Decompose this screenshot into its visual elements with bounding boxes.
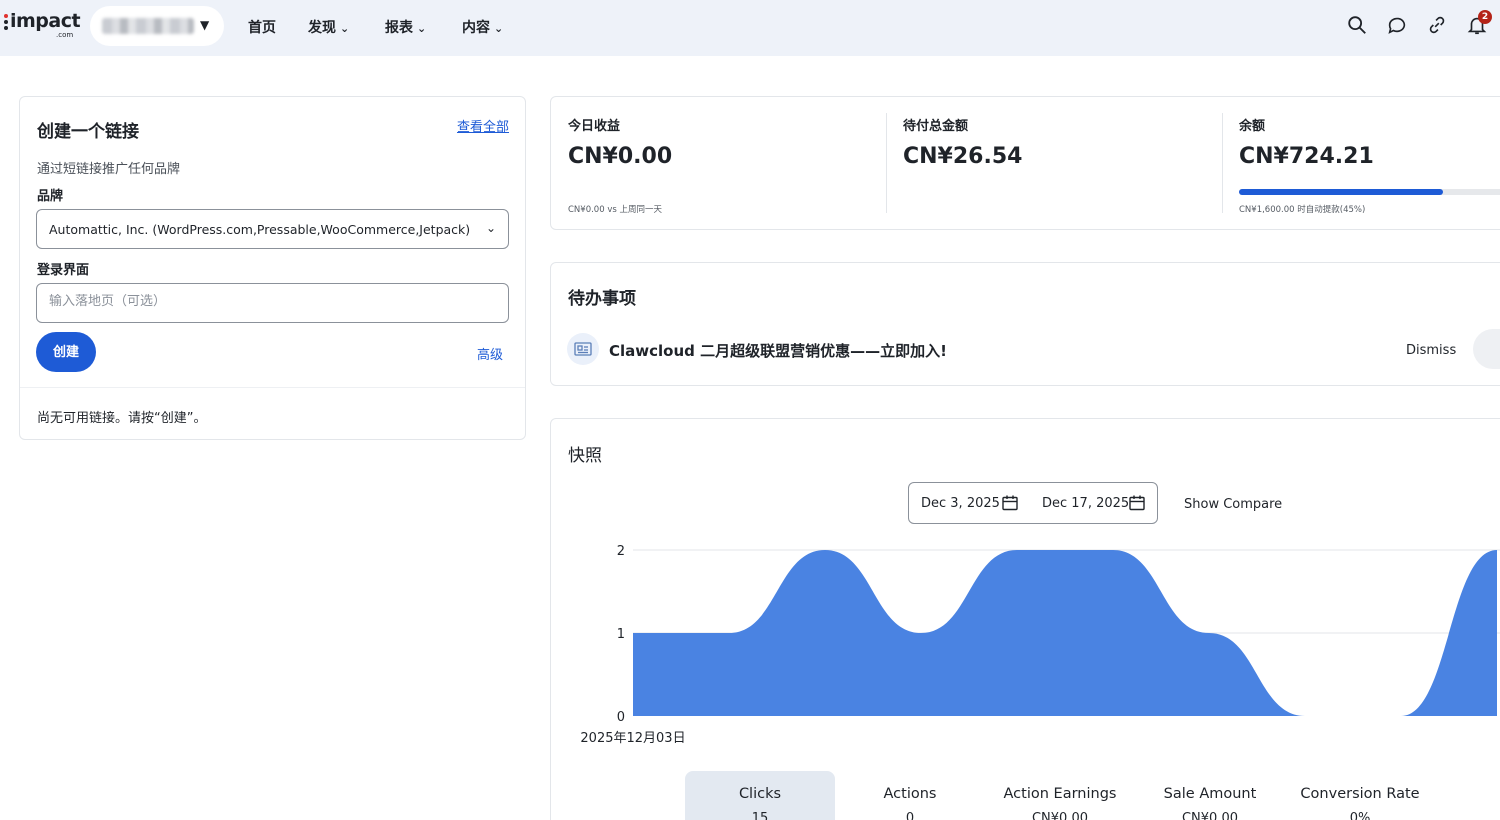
- today-earnings-value: CN¥0.00: [568, 144, 673, 169]
- metric-label: Conversion Rate: [1300, 786, 1420, 802]
- todo-action-button[interactable]: [1473, 329, 1500, 369]
- account-name-redacted: [102, 18, 194, 34]
- metric-value: 0: [905, 811, 915, 820]
- auto-withdraw-note: CN¥1,600.00 时自动提款(45%): [1239, 205, 1366, 215]
- metric-value: 0%: [1349, 811, 1371, 820]
- logo-text: impact: [10, 10, 81, 32]
- empty-links-message: 尚无可用链接。请按“创建”。: [37, 411, 207, 426]
- y-tick-label: 2: [617, 544, 625, 559]
- offer-icon: [567, 333, 599, 365]
- nav-home[interactable]: 首页: [248, 17, 276, 37]
- calendar-icon[interactable]: [1128, 494, 1146, 512]
- brand-select[interactable]: Automattic, Inc. (WordPress.com,Pressabl…: [36, 209, 509, 249]
- today-earnings-label: 今日收益: [568, 119, 621, 134]
- auto-withdraw-progress-bar: [1239, 189, 1500, 195]
- todo-item-text[interactable]: Clawcloud 二月超级联盟营销优惠——立即加入!: [609, 340, 947, 361]
- brand-label: 品牌: [37, 189, 64, 204]
- todo-title: 待办事项: [568, 289, 636, 309]
- metric-tab-earnings[interactable]: E CN: [1435, 771, 1500, 820]
- clicks-area-chart: 0 1 2 2025年12月03日: [580, 544, 1500, 746]
- create-link-subtitle: 通过短链接推广任何品牌: [37, 162, 181, 177]
- create-link-card: 创建一个链接 查看全部 通过短链接推广任何品牌 品牌 Automattic, I…: [19, 96, 526, 440]
- today-earnings-compare: CN¥0.00 vs 上周同一天: [568, 205, 662, 215]
- metric-value: CN: [1435, 811, 1500, 820]
- chevron-down-icon: ⌄: [340, 22, 350, 35]
- brand-select-value: Automattic, Inc. (WordPress.com,Pressabl…: [49, 222, 471, 237]
- pending-total-value: CN¥26.54: [903, 144, 1023, 169]
- nav-content[interactable]: 内容 ⌄: [462, 17, 503, 37]
- today-earnings: 今日收益 CN¥0.00 CN¥0.00 vs 上周同一天: [551, 97, 886, 231]
- pending-total-label: 待付总金额: [903, 119, 969, 134]
- available-balance: 余额 CN¥724.21 CN¥1,600.00 时自动提款(45%): [1222, 97, 1500, 231]
- metric-value: 15: [751, 811, 769, 820]
- metric-tab-sale-amount[interactable]: Sale Amount CN¥0.00: [1135, 771, 1285, 820]
- account-switcher[interactable]: ▼: [90, 6, 224, 46]
- chat-icon[interactable]: [1386, 14, 1410, 38]
- view-all-link[interactable]: 查看全部: [457, 116, 509, 135]
- y-tick-label: 1: [617, 627, 625, 642]
- logo-sub: .com: [56, 31, 74, 39]
- x-tick-label: 2025年12月03日: [580, 731, 685, 746]
- landing-page-label: 登录界面: [37, 263, 90, 278]
- metric-label: Clicks: [738, 786, 782, 802]
- snapshot-title: 快照: [568, 446, 602, 466]
- balance-value: CN¥724.21: [1239, 144, 1374, 169]
- top-nav-bar: impact .com ▼ 首页 发现 ⌄ 报表 ⌄ 内容 ⌄ 2: [0, 0, 1500, 56]
- earnings-summary-card: 今日收益 CN¥0.00 CN¥0.00 vs 上周同一天 待付总金额 CN¥2…: [550, 96, 1500, 230]
- search-icon[interactable]: [1346, 14, 1370, 38]
- metric-label: Sale Amount: [1163, 786, 1257, 802]
- todo-card: 待办事项 Clawcloud 二月超级联盟营销优惠——立即加入! Dismiss: [550, 262, 1500, 386]
- chevron-down-icon: ⌄: [485, 221, 496, 235]
- chevron-down-icon: ⌄: [417, 22, 427, 35]
- calendar-icon[interactable]: [1001, 494, 1019, 512]
- metric-label: E: [1435, 786, 1500, 802]
- metric-value: CN¥0.00: [1031, 811, 1089, 820]
- start-date[interactable]: Dec 3, 2025: [921, 496, 1000, 511]
- landing-page-input[interactable]: [49, 294, 489, 309]
- metric-tab-actions[interactable]: Actions 0: [835, 771, 985, 820]
- landing-page-field[interactable]: [36, 283, 509, 323]
- create-button[interactable]: 创建: [36, 332, 96, 372]
- chevron-down-icon: ⌄: [494, 22, 504, 35]
- notification-badge: 2: [1478, 10, 1492, 24]
- metric-tab-action-earnings[interactable]: Action Earnings CN¥0.00: [985, 771, 1135, 820]
- create-link-title: 创建一个链接: [37, 122, 139, 142]
- pending-total: 待付总金额 CN¥26.54: [886, 97, 1222, 231]
- metric-label: Actions: [883, 786, 937, 802]
- snapshot-card: 快照 Dec 3, 2025 Dec 17, 2025 Show Compare…: [550, 418, 1500, 820]
- metric-tab-clicks[interactable]: Clicks 15: [685, 771, 835, 820]
- nav-reports[interactable]: 报表 ⌄: [385, 17, 426, 37]
- dismiss-button[interactable]: Dismiss: [1406, 343, 1456, 358]
- balance-label: 余额: [1239, 119, 1266, 134]
- link-icon[interactable]: [1426, 14, 1450, 38]
- y-tick-label: 0: [617, 710, 625, 725]
- metric-value: CN¥0.00: [1181, 811, 1239, 820]
- logo-mark: [4, 14, 8, 30]
- divider: [20, 387, 525, 388]
- advanced-link[interactable]: 高级: [477, 344, 503, 363]
- chevron-down-icon: ▼: [200, 18, 210, 32]
- date-range-picker[interactable]: Dec 3, 2025 Dec 17, 2025: [908, 482, 1158, 524]
- metric-label: Action Earnings: [1003, 786, 1117, 802]
- show-compare-toggle[interactable]: Show Compare: [1184, 497, 1282, 512]
- progress-fill: [1239, 189, 1443, 195]
- metric-tab-conversion-rate[interactable]: Conversion Rate 0%: [1285, 771, 1435, 820]
- nav-discover[interactable]: 发现 ⌄: [308, 17, 349, 37]
- end-date[interactable]: Dec 17, 2025: [1042, 496, 1129, 511]
